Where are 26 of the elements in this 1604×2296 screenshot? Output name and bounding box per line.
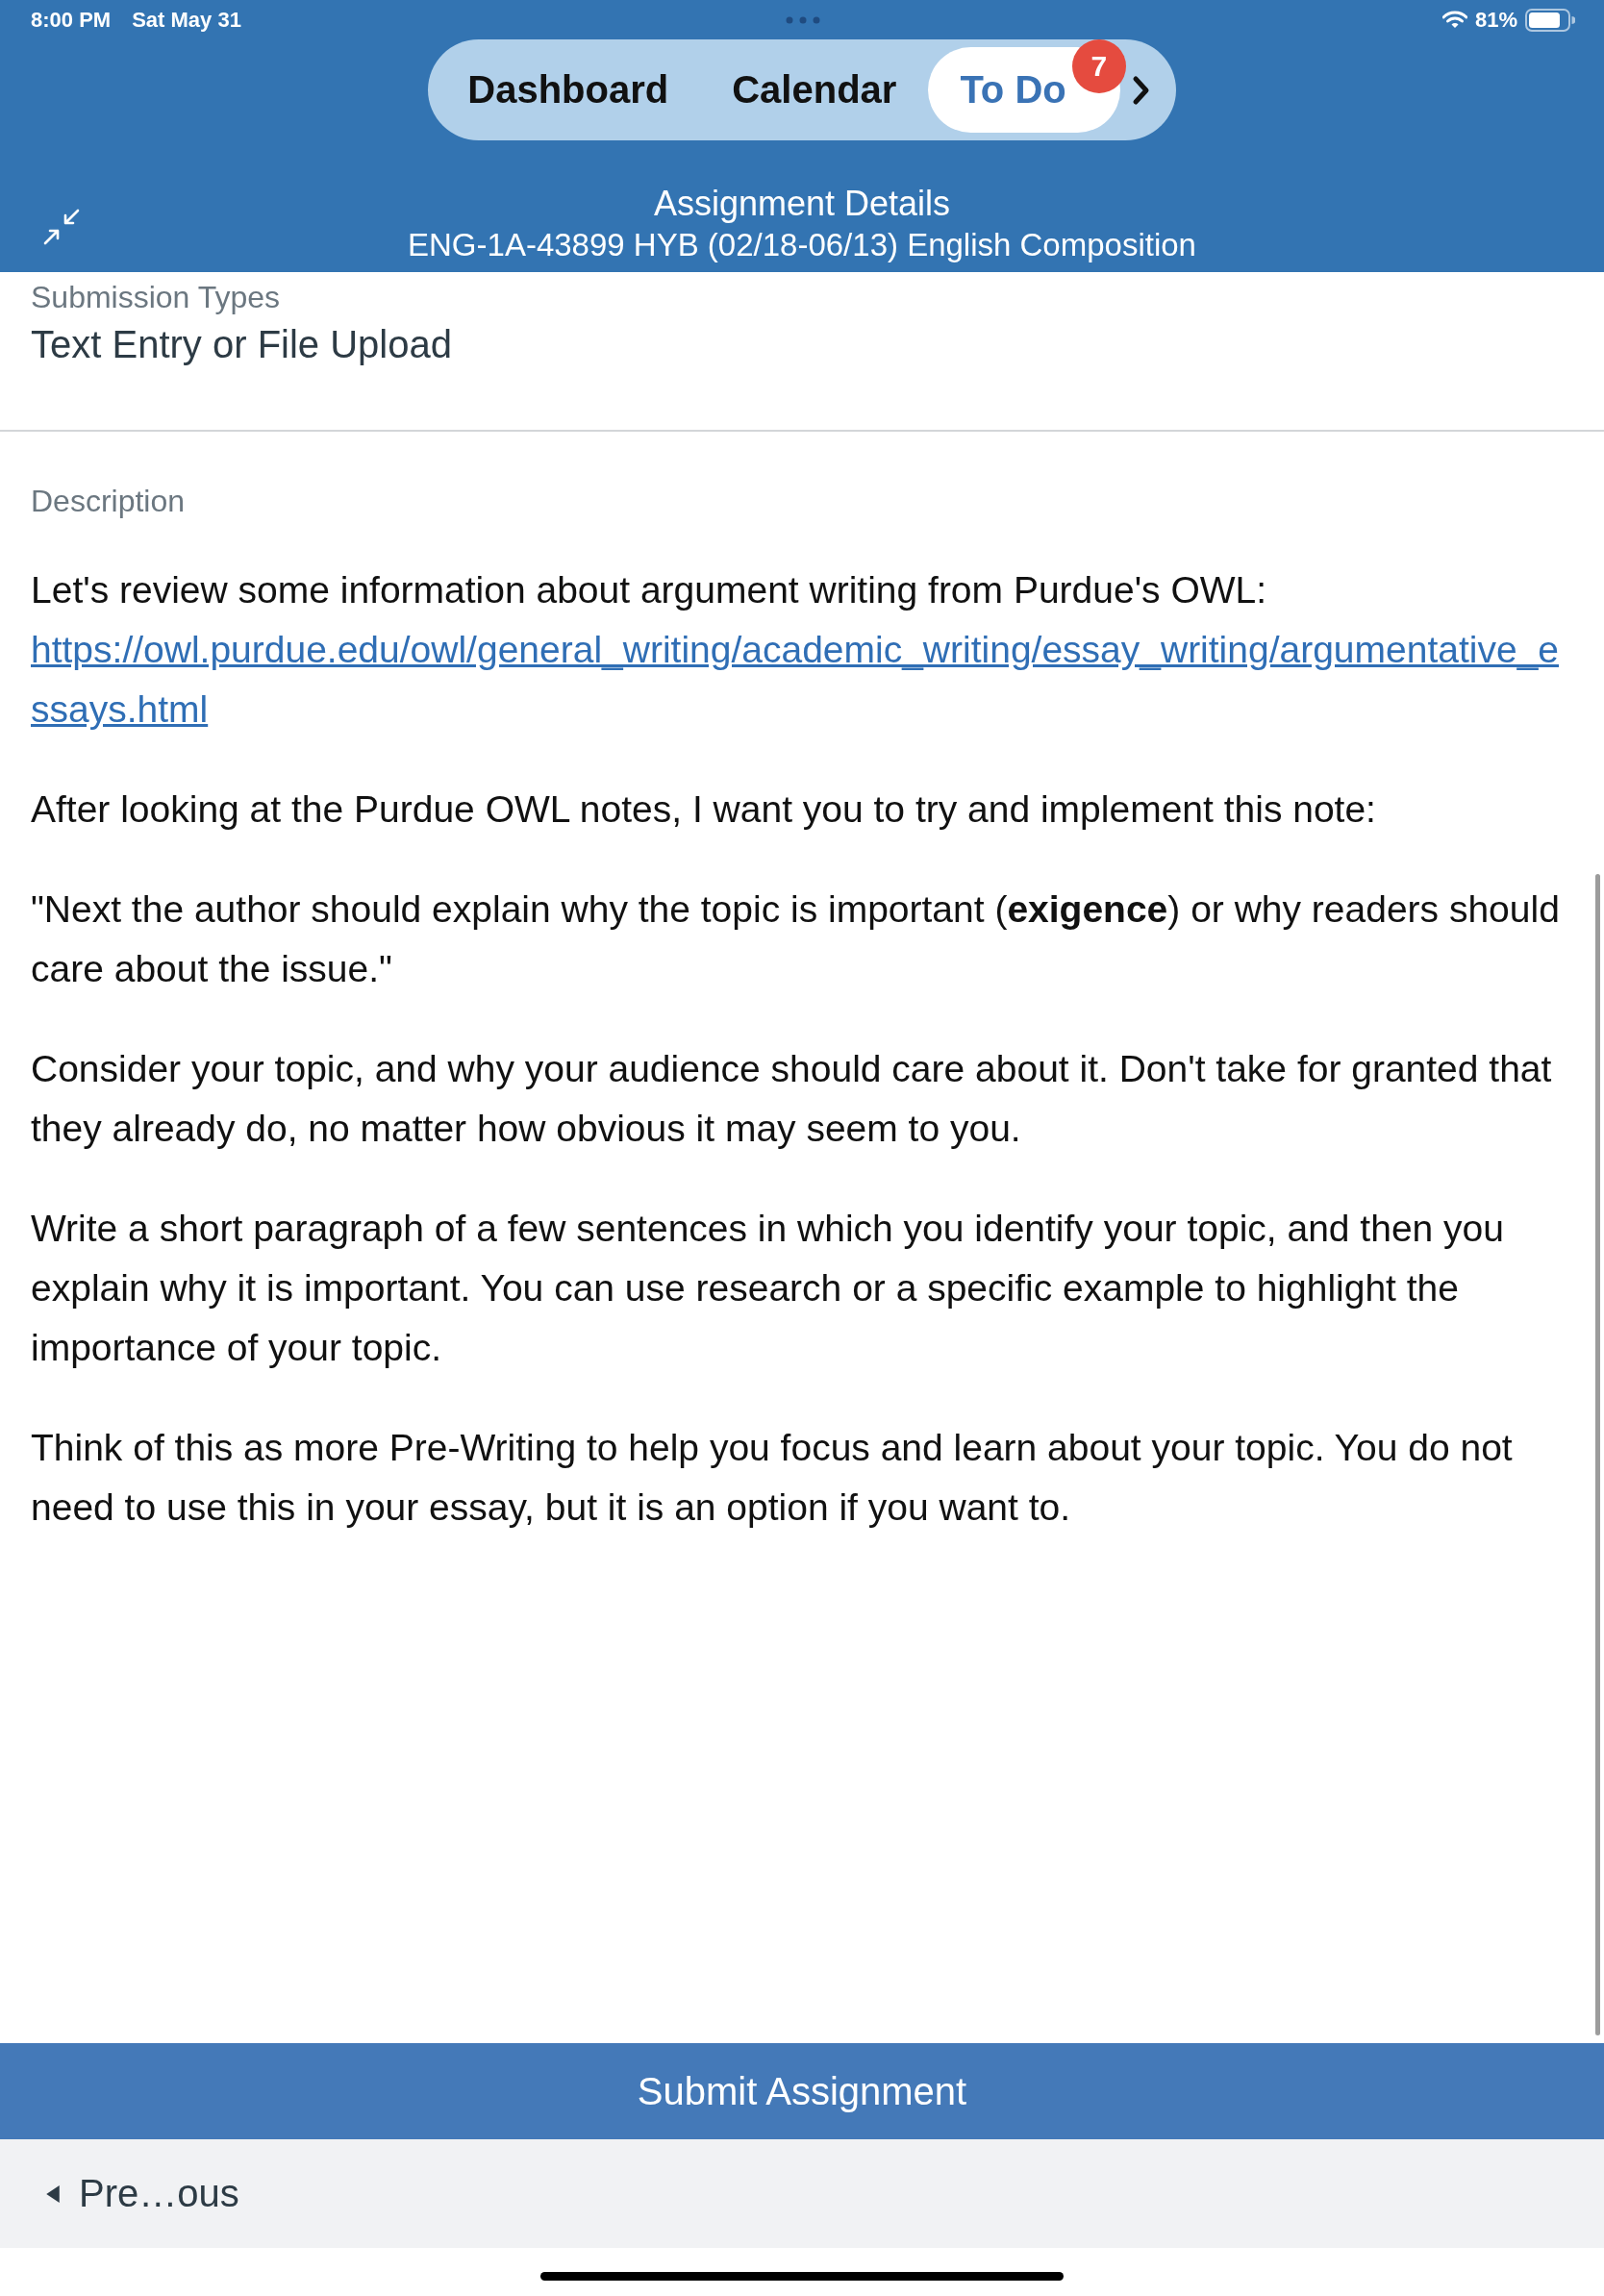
paragraph-text: After looking at the Purdue OWL notes, I want you to try and implement this note: — [31, 787, 1377, 832]
submit-button[interactable]: Submit Assignment — [0, 2043, 1604, 2139]
paragraph-text: "Next the author should explain why the topic is important (exigence) or why readers should care about the issue." — [31, 887, 1561, 991]
more-dots-icon[interactable] — [786, 15, 820, 24]
tab[interactable]: Calendar — [700, 47, 929, 133]
status-time: 8:00 PM — [31, 7, 112, 33]
paragraph-text: Think of this as more Pre-Writing to help you focus and learn about your topic. You do not need to use this in your essay, but it is an option if you want to. — [31, 1426, 1514, 1530]
paragraph-text: Let's review some information about argument writing from Purdue's OWL: — [31, 568, 1268, 612]
link[interactable]: https://owl.purdue.edu/owl/general_writing/academic_writing/essay_writing/argumentative_essays.html — [31, 620, 1573, 739]
paragraph-text: Write a short paragraph of a few sentences in which you identify your topic, and then you explain why it is important. You can use research or a specific example to highlight the importance of your topic. — [31, 1207, 1505, 1370]
count-badge: 7 — [1071, 39, 1126, 93]
paragraph-text: Consider your topic, and why your audience should care about it. Don't take for granted that they already do, no matter how obvious it may seem to you. — [31, 1047, 1553, 1151]
battery-icon — [1525, 8, 1575, 32]
field-value: Text Entry or File Upload — [31, 322, 453, 367]
tab[interactable]: Dashboard — [436, 47, 701, 133]
previous-button[interactable]: Pre…ous — [46, 2172, 239, 2215]
collapse-arrows-icon[interactable] — [42, 208, 81, 246]
field-label: Submission Types — [31, 279, 282, 316]
chevron-right-icon[interactable] — [1131, 74, 1151, 106]
triangle-left-icon — [46, 2184, 60, 2203]
status-date: Sat May 31 — [132, 7, 241, 33]
battery-percentage: 81% — [1474, 7, 1517, 33]
header-subtitle: ENG-1A-43899 HYB (02/18-06/13) English Composition — [408, 226, 1196, 264]
section-label: Description — [31, 483, 187, 520]
wifi-icon — [1441, 11, 1467, 29]
header-title: Assignment Details — [653, 183, 951, 225]
